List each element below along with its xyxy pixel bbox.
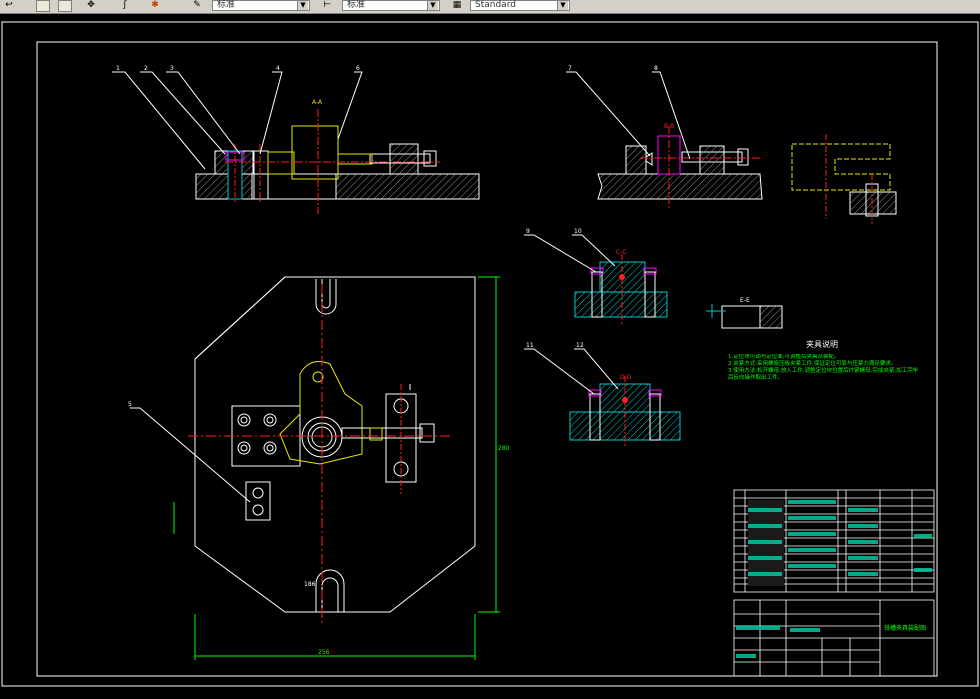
note-line: 1.定位块可调与定位面,可调整后夹具及装配。 [728,354,840,360]
chevron-down-icon: ▼ [557,1,568,10]
part-number: 9 [526,228,530,235]
part-labels-top-right: 7 8 B-B [568,65,674,130]
part-labels-top-left: 1 2 3 4 6 A-A [116,65,360,106]
note-line: 3.使用方法:松开螺母,放入工件,调整定位块位置后拧紧螺母,完成夹紧;加工完毕后… [728,368,919,381]
move-icon[interactable]: ✥ [84,0,98,11]
table-style-icon[interactable]: ▦ [450,0,464,11]
table-fill: 铣槽夹具装配图 [736,500,932,658]
drawing-canvas[interactable]: 1 2 3 4 6 A-A 7 8 B-B 9 10 11 12 C-C D-D… [0,14,980,699]
front-section-view [195,109,480,214]
dim-style-icon[interactable]: ⊢ [320,0,334,11]
plan-labels: 256 280 186 5 [128,401,510,656]
undo-icon[interactable]: ↩ [2,0,16,11]
dimension: 186 [304,581,316,588]
tool-icon[interactable]: ✱ [148,0,162,11]
title-block-name: 铣槽夹具装配图 [884,624,926,632]
table-style-value: Standard [475,0,516,10]
part-number: 4 [276,65,280,72]
chevron-down-icon: ▼ [427,1,438,10]
part-number: 1 [116,65,120,72]
view-label: A-A [312,99,323,106]
view-label: B-B [664,123,674,130]
plan-dimensions [130,276,500,660]
part-number: 6 [356,65,360,72]
side-section-view [597,126,763,209]
text-style-select[interactable]: 标准 ▼ [212,0,310,11]
part-number: 7 [568,65,572,72]
toolbar-button[interactable] [58,0,72,12]
dim-style-select[interactable]: 标准 ▼ [342,0,440,11]
part-number: 3 [170,65,174,72]
text-style-value: 标准 [217,0,236,10]
view-label: E-E [740,297,750,304]
section-view-e [706,304,783,329]
notes-block: 夹具说明 1.定位块可调与定位面,可调整后夹具及装配。 2.夹紧方式:采用螺旋压… [728,339,919,381]
view-label: D-D [620,374,632,381]
view-label: C-C [616,249,627,256]
dimension: 280 [498,445,510,452]
text-style-icon[interactable]: ✎ [190,0,204,11]
part-number: 5 [128,401,132,408]
dimension: 256 [318,649,330,656]
dim-style-value: 标准 [347,0,366,10]
table-style-select[interactable]: Standard ▼ [470,0,570,11]
part-number: 11 [526,342,534,349]
part-number: 2 [144,65,148,72]
toolbar-button[interactable] [36,0,50,12]
plan-view [188,276,476,624]
note-line: 2.夹紧方式:采用螺旋压板夹紧工件,保证定位可靠与压紧力满足要求。 [728,361,897,367]
part-number: 10 [574,228,582,235]
part-number: 12 [576,342,584,349]
chevron-down-icon: ▼ [297,1,308,10]
section-view-d [569,376,681,446]
line-icon[interactable]: ʃ [118,0,132,11]
part-number: 8 [654,65,658,72]
section-view-c [574,254,668,324]
notes-title: 夹具说明 [806,339,838,349]
toolbar: ↩ ✥ ʃ ✱ ✎ 标准 ▼ ⊢ 标准 ▼ ▦ Standard ▼ [0,0,980,14]
clamp-detail-view [791,134,897,224]
